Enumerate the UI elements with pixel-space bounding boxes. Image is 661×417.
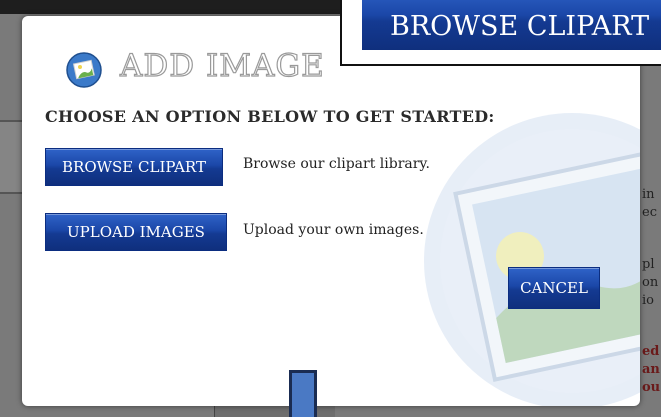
browse-clipart-callout-button[interactable]: BROWSE CLIPART	[362, 0, 661, 50]
cancel-button[interactable]: CANCEL	[508, 267, 600, 309]
browse-clipart-button[interactable]: BROWSE CLIPART	[45, 148, 223, 186]
background-red-text: an	[642, 362, 660, 377]
pointer-arrow-icon	[289, 370, 317, 417]
background-text: on	[642, 275, 659, 290]
upload-images-description: Upload your own images.	[243, 222, 424, 238]
upload-images-button[interactable]: UPLOAD IMAGES	[45, 213, 227, 251]
background-text: io	[642, 293, 654, 308]
browse-clipart-description: Browse our clipart library.	[243, 156, 430, 172]
add-image-logo-icon	[66, 52, 102, 88]
background-text: in	[642, 187, 655, 202]
background-red-text: ou	[642, 380, 661, 395]
background-text: ec	[642, 205, 657, 220]
dialog-title: ADD IMAGE	[119, 47, 325, 84]
background-red-text: ed	[642, 344, 660, 359]
zoom-callout: BROWSE CLIPART	[340, 0, 661, 66]
background-text: pl	[642, 257, 655, 272]
dialog-subtitle: CHOOSE AN OPTION BELOW TO GET STARTED:	[45, 107, 495, 126]
image-watermark-icon	[424, 113, 640, 406]
add-image-dialog: ADD IMAGE CHOOSE AN OPTION BELOW TO GET …	[22, 16, 640, 406]
